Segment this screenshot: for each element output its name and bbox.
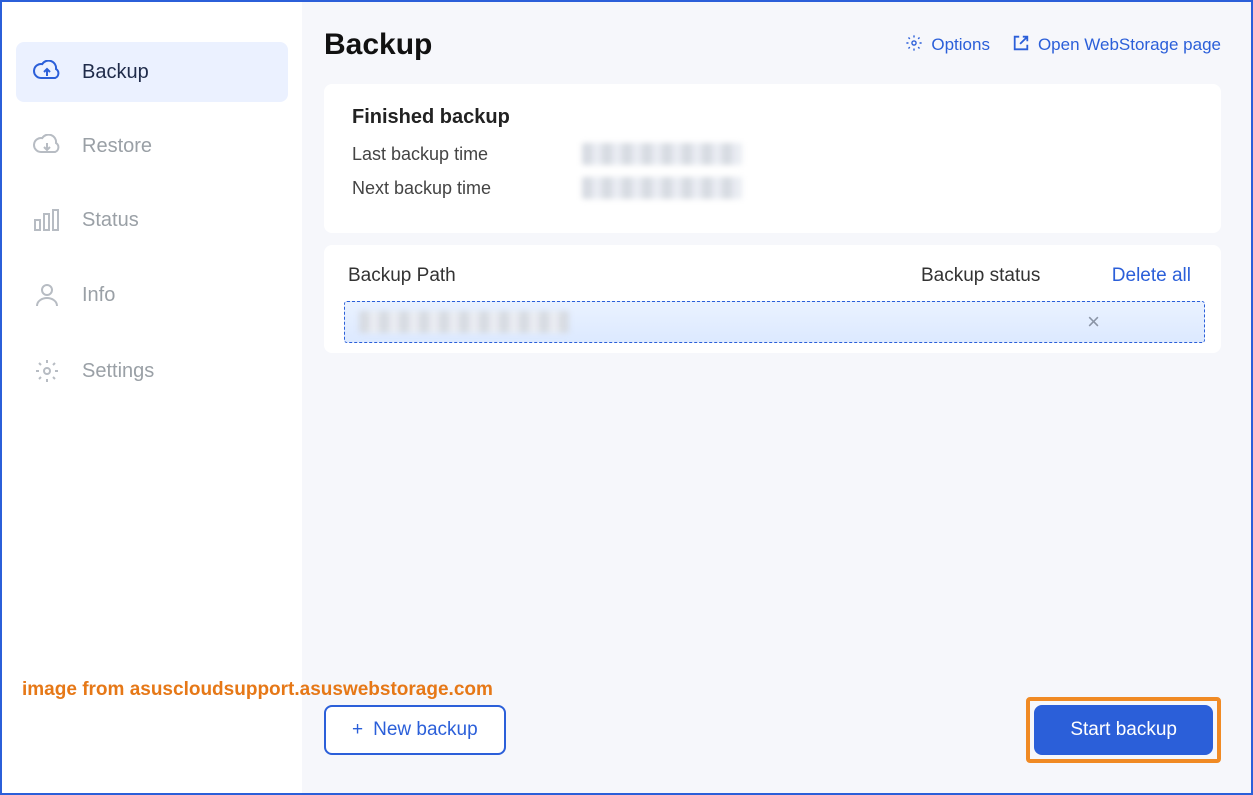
- sidebar: Backup Restore Status Info Settings: [2, 2, 302, 793]
- cloud-up-icon: [32, 60, 62, 84]
- last-backup-label: Last backup time: [352, 144, 502, 165]
- close-icon: ×: [1087, 309, 1100, 334]
- new-backup-label: New backup: [373, 719, 478, 741]
- last-backup-row: Last backup time: [352, 143, 1193, 165]
- header-links: Options Open WebStorage page: [905, 34, 1221, 57]
- backup-path-row[interactable]: ×: [344, 301, 1205, 343]
- col-backup-status: Backup status: [921, 265, 1091, 287]
- table-header: Backup Path Backup status Delete all: [344, 265, 1211, 301]
- next-backup-row: Next backup time: [352, 177, 1193, 199]
- sidebar-item-label: Backup: [82, 61, 149, 84]
- sidebar-item-label: Info: [82, 284, 115, 307]
- open-webstorage-label: Open WebStorage page: [1038, 35, 1221, 55]
- backup-path-value-blurred: [359, 311, 569, 333]
- main-header: Backup Options Open WebStorage page: [324, 28, 1221, 62]
- next-backup-label: Next backup time: [352, 178, 502, 199]
- external-link-icon: [1012, 34, 1030, 57]
- cloud-down-icon: [32, 134, 62, 158]
- start-backup-button[interactable]: Start backup: [1034, 705, 1213, 755]
- last-backup-value-blurred: [582, 143, 742, 165]
- finished-backup-card: Finished backup Last backup time Next ba…: [324, 84, 1221, 233]
- col-backup-path: Backup Path: [348, 265, 921, 287]
- open-webstorage-link[interactable]: Open WebStorage page: [1012, 34, 1221, 57]
- sidebar-item-label: Settings: [82, 360, 154, 383]
- user-icon: [32, 282, 62, 308]
- new-backup-button[interactable]: + New backup: [324, 705, 506, 755]
- next-backup-value-blurred: [582, 177, 742, 199]
- sidebar-item-settings[interactable]: Settings: [16, 340, 288, 402]
- sidebar-item-label: Restore: [82, 135, 152, 158]
- backup-path-card: Backup Path Backup status Delete all ×: [324, 245, 1221, 353]
- finished-backup-title: Finished backup: [352, 106, 1193, 129]
- sidebar-item-backup[interactable]: Backup: [16, 42, 288, 102]
- annotation-highlight: Start backup: [1026, 697, 1221, 763]
- sidebar-item-status[interactable]: Status: [16, 190, 288, 250]
- options-link[interactable]: Options: [905, 34, 990, 57]
- options-label: Options: [931, 35, 990, 55]
- bars-icon: [32, 208, 62, 232]
- sidebar-item-info[interactable]: Info: [16, 264, 288, 326]
- main-panel: Backup Options Open WebStorage page Fini…: [302, 2, 1251, 793]
- gear-icon: [905, 34, 923, 57]
- delete-all-link[interactable]: Delete all: [1091, 265, 1201, 287]
- gear-icon: [32, 358, 62, 384]
- plus-icon: +: [352, 719, 363, 741]
- sidebar-item-label: Status: [82, 209, 139, 232]
- remove-row-button[interactable]: ×: [1087, 309, 1190, 335]
- page-title: Backup: [324, 28, 432, 62]
- sidebar-item-restore[interactable]: Restore: [16, 116, 288, 176]
- image-source-watermark: image from asuscloudsupport.asuswebstora…: [22, 679, 493, 701]
